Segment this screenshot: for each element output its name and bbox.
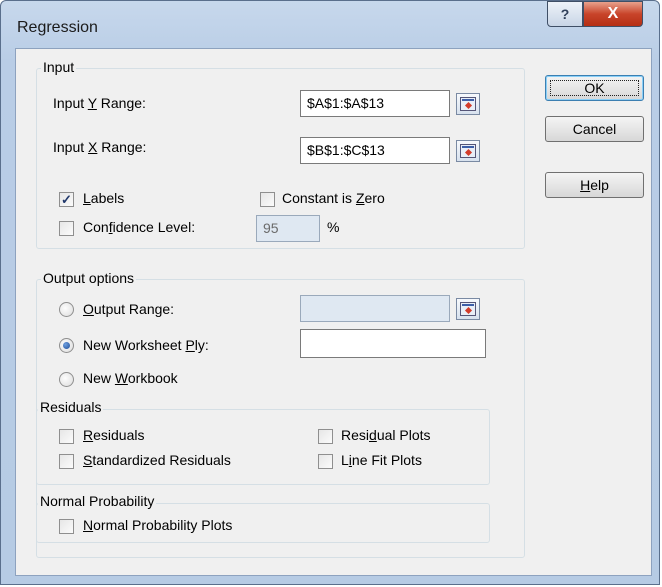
output-options-legend: Output options bbox=[41, 270, 137, 286]
range-select-icon bbox=[460, 97, 476, 111]
input-group-legend: Input bbox=[41, 59, 77, 75]
input-y-range-field[interactable]: $A$1:$A$13 bbox=[300, 90, 450, 117]
cancel-button[interactable]: Cancel bbox=[545, 116, 644, 142]
output-range-collapse-button[interactable] bbox=[456, 298, 480, 320]
input-x-range-label: Input X Range: bbox=[53, 139, 147, 155]
new-worksheet-ply-radio[interactable] bbox=[59, 338, 74, 353]
input-x-range-field[interactable]: $B$1:$C$13 bbox=[300, 137, 450, 164]
help-button-label: Help bbox=[580, 177, 609, 193]
output-range-radio[interactable] bbox=[59, 302, 74, 317]
standardized-residuals-checkbox[interactable] bbox=[59, 454, 74, 469]
residuals-group bbox=[36, 409, 490, 485]
constant-zero-checkbox[interactable] bbox=[260, 192, 275, 207]
range-select-icon bbox=[460, 302, 476, 316]
output-range-label: Output Range: bbox=[83, 301, 175, 317]
input-y-range-collapse-button[interactable] bbox=[456, 93, 480, 115]
close-button[interactable]: X bbox=[583, 1, 643, 27]
confidence-level-label: Confidence Level: bbox=[83, 219, 196, 235]
residual-plots-checkbox[interactable] bbox=[318, 429, 333, 444]
normal-probability-legend: Normal Probability bbox=[38, 493, 157, 509]
focus-rectangle bbox=[550, 80, 639, 96]
percent-label: % bbox=[327, 219, 340, 235]
new-worksheet-ply-label: New Worksheet Ply: bbox=[83, 337, 209, 353]
standardized-residuals-label: Standardized Residuals bbox=[83, 452, 231, 468]
input-y-range-label: Input Y Range: bbox=[53, 95, 146, 111]
confidence-level-field[interactable]: 95 bbox=[256, 215, 320, 242]
cancel-button-label: Cancel bbox=[572, 121, 617, 137]
input-x-range-collapse-button[interactable] bbox=[456, 140, 480, 162]
labels-label: Labels bbox=[83, 190, 125, 206]
residuals-legend: Residuals bbox=[38, 399, 104, 415]
ok-button[interactable]: OK bbox=[545, 75, 644, 101]
confidence-level-checkbox[interactable] bbox=[59, 221, 74, 236]
residual-plots-label: Residual Plots bbox=[341, 427, 431, 443]
line-fit-plots-label: Line Fit Plots bbox=[341, 452, 422, 468]
title-bar[interactable]: Regression ? X bbox=[1, 1, 659, 47]
residuals-label: Residuals bbox=[83, 427, 145, 443]
new-workbook-label: New Workbook bbox=[83, 370, 178, 386]
line-fit-plots-checkbox[interactable] bbox=[318, 454, 333, 469]
help-button[interactable]: Help bbox=[545, 172, 644, 198]
question-icon: ? bbox=[560, 6, 570, 22]
dialog-title: Regression bbox=[17, 19, 98, 36]
normal-probability-plots-checkbox[interactable] bbox=[59, 519, 74, 534]
dialog-body: Input Input Y Range: $A$1:$A$13 Input X … bbox=[15, 48, 652, 576]
normal-probability-plots-label: Normal Probability Plots bbox=[83, 517, 233, 533]
title-help-button[interactable]: ? bbox=[547, 1, 583, 27]
constant-zero-label: Constant is Zero bbox=[282, 190, 385, 206]
output-range-field[interactable] bbox=[300, 295, 450, 322]
residuals-checkbox[interactable] bbox=[59, 429, 74, 444]
new-worksheet-ply-field[interactable] bbox=[300, 329, 486, 358]
regression-dialog: Regression ? X Input Input Y Range: $A$1… bbox=[0, 0, 660, 585]
labels-checkbox[interactable]: ✓ bbox=[59, 192, 74, 207]
range-select-icon bbox=[460, 144, 476, 158]
close-icon: X bbox=[607, 5, 619, 22]
new-workbook-radio[interactable] bbox=[59, 372, 74, 387]
